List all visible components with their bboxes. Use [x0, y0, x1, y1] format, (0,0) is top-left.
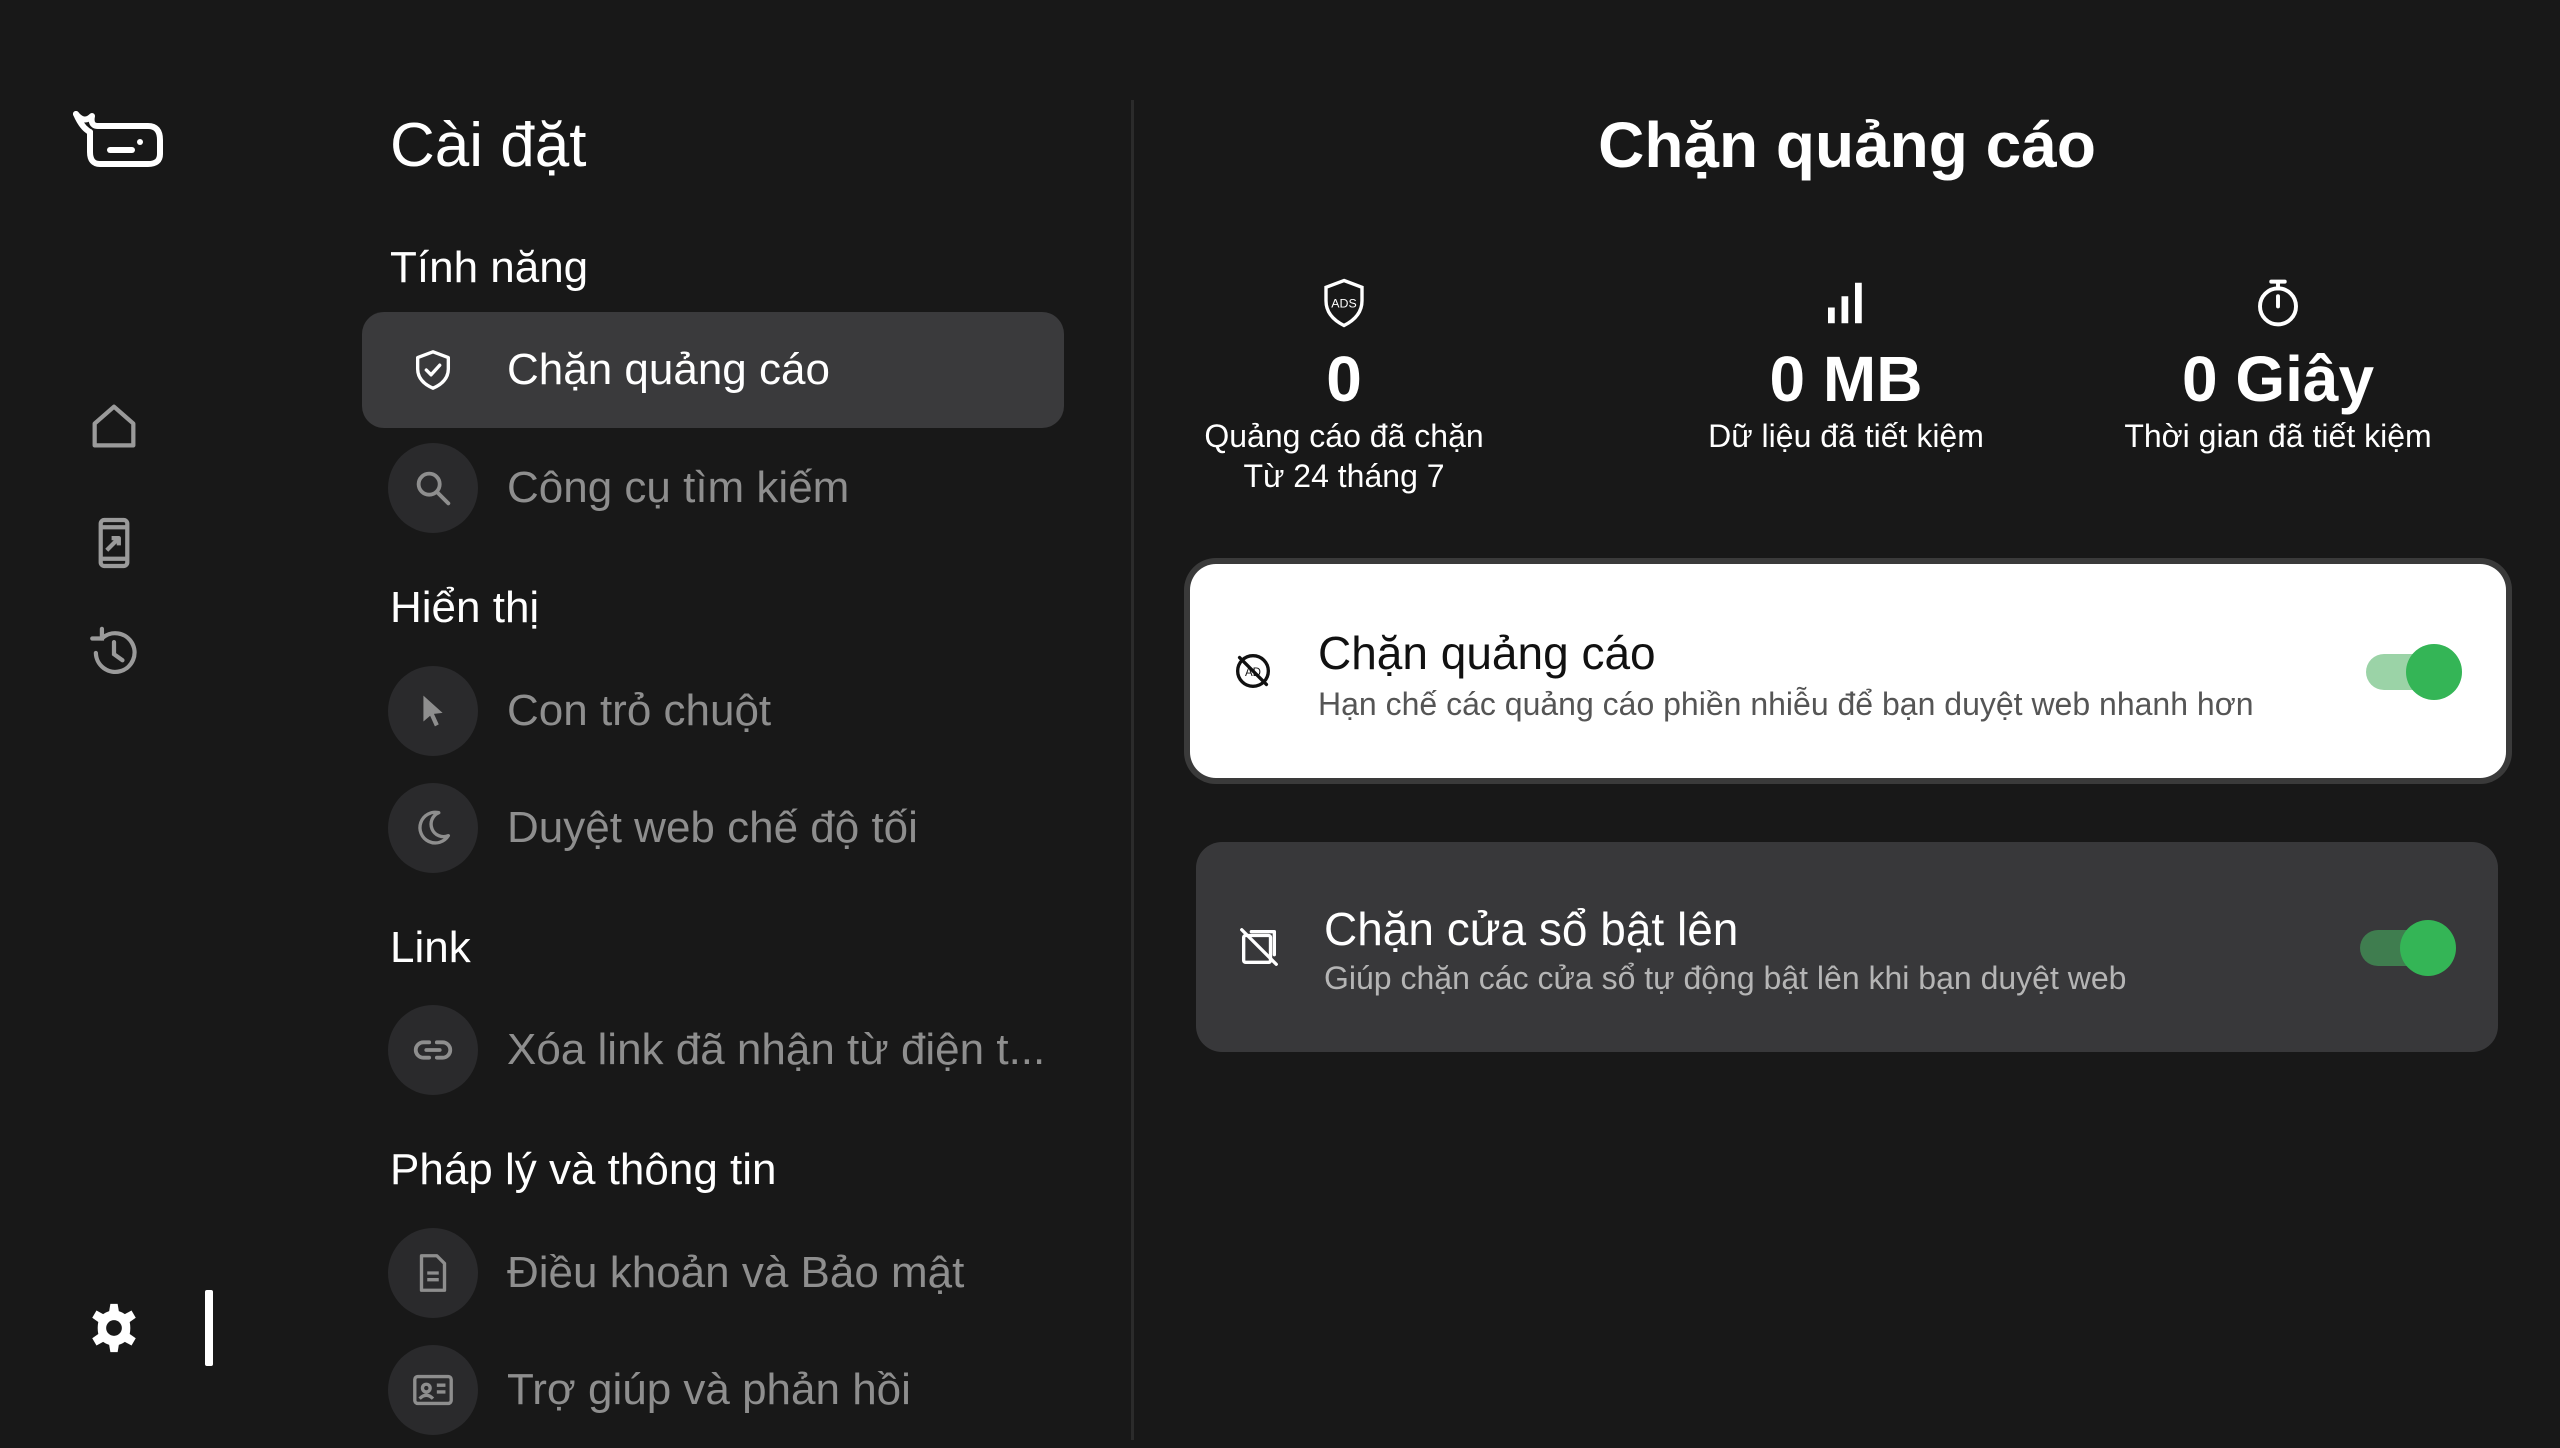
settings-list: Cài đặt Tính năng Chặn quảng cáo Công cụ… [362, 0, 1132, 1440]
svg-text:ADS: ADS [1331, 297, 1356, 311]
settings-item-label: Duyệt web chế độ tối [507, 803, 918, 852]
settings-item-terms[interactable]: Điều khoản và Bảo mật [362, 1215, 1064, 1331]
settings-item-label: Con trỏ chuột [507, 686, 772, 735]
moon-icon [388, 783, 478, 873]
history-button[interactable] [78, 617, 150, 689]
settings-item-label: Công cụ tìm kiếm [507, 463, 850, 512]
page-title: Chặn quảng cáo [1598, 109, 2096, 181]
home-icon [92, 404, 136, 448]
gear-icon [92, 1303, 136, 1353]
settings-item-label: Trợ giúp và phản hồi [507, 1365, 911, 1414]
whale-logo-icon [70, 106, 166, 170]
card-title: Chặn cửa sổ bật lên [1324, 903, 1739, 955]
phone-share-icon [98, 517, 130, 569]
popup-off-icon [1240, 928, 1278, 966]
card-subtitle: Hạn chế các quảng cáo phiền nhiễu để bạn… [1318, 686, 2254, 722]
stat-caption-date: Từ 24 tháng 7 [1243, 458, 1445, 494]
settings-item-adblock[interactable]: Chặn quảng cáo [362, 312, 1064, 428]
stat-caption: Quảng cáo đã chặn [1204, 418, 1484, 454]
stat-value: 0 Giây [2181, 343, 2375, 415]
section-legal: Pháp lý và thông tin [390, 1145, 777, 1194]
settings-button[interactable] [78, 1292, 150, 1364]
stat-caption: Thời gian đã tiết kiệm [2124, 418, 2432, 454]
settings-item-label: Chặn quảng cáo [507, 345, 830, 394]
adblock-panel: Chặn quảng cáo ADS 0 Quảng cáo đã chặn T… [1134, 0, 2560, 1440]
nav-rail [0, 0, 230, 1440]
card-subtitle: Giúp chặn các cửa sổ tự động bật lên khi… [1324, 960, 2127, 996]
adblock-toggle[interactable] [2366, 644, 2462, 700]
settings-item-dark-mode[interactable]: Duyệt web chế độ tối [362, 770, 1064, 886]
cursor-icon [388, 666, 478, 756]
search-icon [388, 443, 478, 533]
active-indicator [205, 1290, 213, 1366]
settings-item-help[interactable]: Trợ giúp và phản hồi [362, 1332, 1064, 1448]
section-features: Tính năng [390, 243, 589, 292]
settings-item-clear-link[interactable]: Xóa link đã nhận từ điện t... [362, 992, 1064, 1108]
popup-block-toggle[interactable] [2360, 920, 2456, 976]
stopwatch-icon [2068, 270, 2488, 336]
feedback-icon [388, 1345, 478, 1435]
document-icon [388, 1228, 478, 1318]
shield-icon [388, 325, 478, 415]
settings-title: Cài đặt [390, 111, 587, 180]
section-link: Link [390, 923, 471, 972]
settings-item-cursor[interactable]: Con trỏ chuột [362, 653, 1064, 769]
adblock-toggle-card[interactable]: AD Chặn quảng cáo Hạn chế các quảng cáo … [1190, 564, 2506, 778]
bar-chart-icon [1636, 270, 2056, 336]
stat-ads-blocked: ADS 0 Quảng cáo đã chặn Từ 24 tháng 7 [1134, 270, 1554, 496]
device-share-button[interactable] [78, 507, 150, 579]
settings-item-label: Xóa link đã nhận từ điện t... [507, 1025, 1046, 1074]
stat-data-saved: 0 MB Dữ liệu đã tiết kiệm [1636, 270, 2056, 456]
history-icon [90, 626, 137, 674]
popup-block-toggle-card[interactable]: Chặn cửa sổ bật lên Giúp chặn các cửa sổ… [1196, 842, 2498, 1052]
ad-off-icon: AD [1235, 653, 1271, 689]
link-icon [388, 1005, 478, 1095]
ads-shield-icon: ADS [1134, 270, 1554, 336]
card-title: Chặn quảng cáo [1318, 627, 1656, 679]
svg-text:AD: AD [1245, 667, 1261, 679]
stat-value: 0 MB [1769, 343, 1923, 415]
section-display: Hiển thị [390, 583, 540, 632]
stat-caption: Dữ liệu đã tiết kiệm [1708, 418, 1984, 454]
home-button[interactable] [78, 390, 150, 462]
stat-time-saved: 0 Giây Thời gian đã tiết kiệm [2068, 270, 2488, 456]
settings-item-search[interactable]: Công cụ tìm kiếm [362, 430, 1064, 546]
stat-value: 0 [1326, 343, 1362, 415]
settings-item-label: Điều khoản và Bảo mật [507, 1248, 965, 1297]
